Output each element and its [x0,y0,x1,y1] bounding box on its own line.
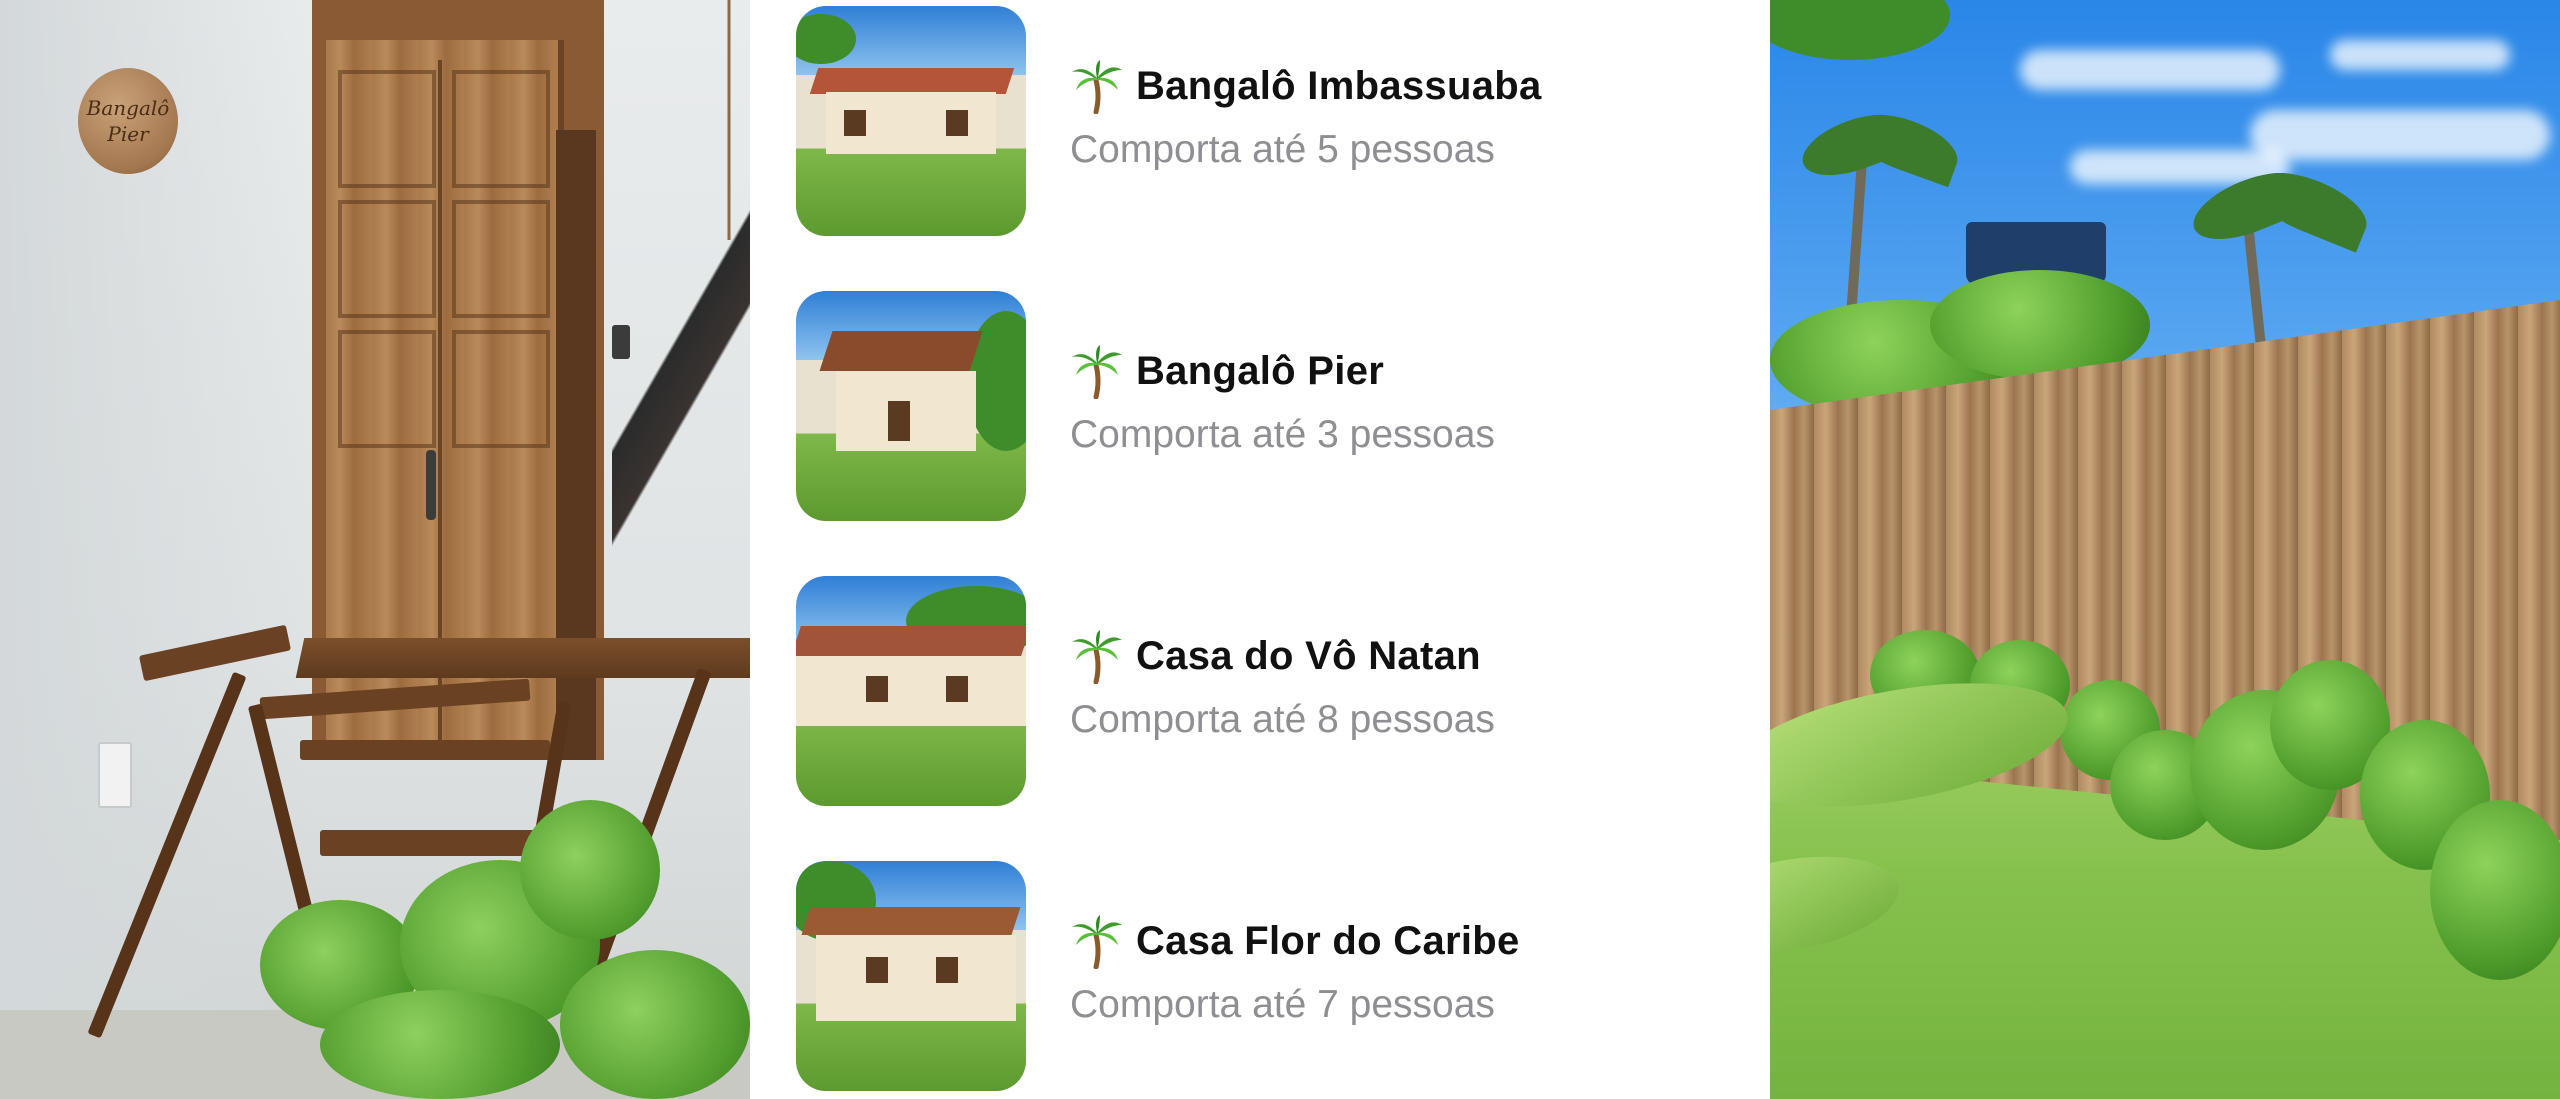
tree-foliage [1770,0,1950,60]
house-window [844,110,866,136]
cloud [2250,110,2550,160]
door-panel [452,200,550,318]
door-handle [426,450,436,520]
list-item[interactable]: Bangalô Imbassuaba Comporta até 5 pessoa… [796,6,1746,236]
house-window [946,110,968,136]
house-window [946,676,968,702]
list-item[interactable]: Casa do Vô Natan Comporta até 8 pessoas [796,576,1746,806]
door-panel [338,330,436,448]
title-row: Bangalô Imbassuaba [1070,58,1542,114]
house-door [888,401,910,441]
hammock [612,200,750,560]
accommodation-capacity: Comporta até 5 pessoas [1070,128,1495,171]
garden-fence-photo [1770,0,2560,1099]
accommodation-capacity: Comporta até 8 pessoas [1070,698,1495,741]
plant-leaves [560,950,750,1099]
tree-foliage [796,14,856,64]
accommodation-name[interactable]: Casa do Vô Natan [1136,634,1481,679]
shrub [2430,800,2560,980]
palm-tree-icon [1072,630,1122,684]
accommodation-thumbnail[interactable] [796,576,1026,806]
bungalow-name-sign: Bangalô Pier [78,68,178,174]
accommodation-name[interactable]: Bangalô Imbassuaba [1136,64,1542,109]
list-item[interactable]: Casa Flor do Caribe Comporta até 7 pesso… [796,861,1746,1091]
plant-leaves [320,990,560,1099]
house-wall [816,935,1016,1021]
palm-tree-icon [1072,345,1122,399]
cloud [2330,40,2510,70]
door-panel [452,70,550,188]
accommodation-thumbnail[interactable] [796,6,1026,236]
list-item[interactable]: Bangalô Pier Comporta até 3 pessoas [796,291,1746,521]
title-row: Bangalô Pier [1070,343,1384,399]
accommodation-capacity: Comporta até 3 pessoas [1070,413,1495,456]
sign-text-line2: Pier [107,122,149,146]
wooden-table [295,638,750,678]
door-panel [338,200,436,318]
chair-rail [300,740,550,760]
accommodation-capacity: Comporta até 7 pessoas [1070,983,1495,1026]
door-panel [452,330,550,448]
accommodation-list: Bangalô Imbassuaba Comporta até 5 pessoa… [750,0,1770,1099]
wall-switch [98,742,132,808]
cloud [2020,50,2280,90]
door-panel [338,70,436,188]
house-roof [796,626,1026,656]
house-window [866,676,888,702]
accommodation-name[interactable]: Casa Flor do Caribe [1136,919,1520,964]
house-window [866,957,888,983]
title-row: Casa Flor do Caribe [1070,913,1520,969]
sign-text-line1: Bangalô [86,96,170,120]
accommodation-name[interactable]: Bangalô Pier [1136,349,1384,394]
accommodation-thumbnail[interactable] [796,861,1026,1091]
palm-tree-icon [1072,60,1122,114]
plant-leaves [520,800,660,940]
palm-trunk [2242,219,2268,361]
palm-tree-icon [1072,915,1122,969]
house-window [936,957,958,983]
title-row: Casa do Vô Natan [1070,628,1481,684]
accommodation-thumbnail[interactable] [796,291,1026,521]
house-roof [801,907,1021,935]
bungalow-porch-photo: Bangalô Pier [0,0,750,1099]
house-roof [819,331,983,371]
house-wall [796,656,1026,726]
house-roof [809,68,1015,94]
